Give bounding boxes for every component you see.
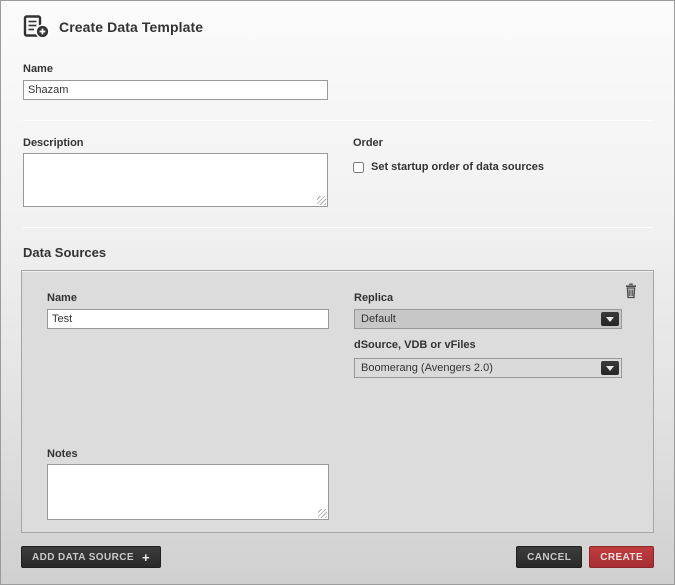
cancel-button[interactable]: CANCEL (516, 546, 582, 568)
replica-label: Replica (354, 292, 393, 304)
data-source-name-label: Name (47, 292, 77, 304)
dsource-selected-value: Boomerang (Avengers 2.0) (361, 362, 493, 374)
notes-label: Notes (47, 448, 78, 460)
add-data-source-label: ADD DATA SOURCE (32, 552, 134, 563)
description-label: Description (23, 137, 353, 149)
replica-dropdown[interactable]: Default (354, 309, 622, 329)
document-add-icon (23, 15, 50, 39)
dialog-footer: ADD DATA SOURCE + CANCEL CREATE (21, 546, 654, 568)
dsource-label: dSource, VDB or vFiles (354, 339, 476, 351)
resize-handle[interactable] (317, 196, 326, 205)
add-data-source-button[interactable]: ADD DATA SOURCE + (21, 546, 161, 568)
dsource-dropdown[interactable]: Boomerang (Avengers 2.0) (354, 358, 622, 378)
order-label: Order (353, 137, 544, 149)
chevron-down-icon[interactable] (601, 312, 619, 326)
startup-order-checkbox[interactable] (353, 162, 364, 173)
notes-textarea[interactable] (47, 464, 329, 520)
startup-order-checkbox-row[interactable]: Set startup order of data sources (353, 161, 544, 173)
chevron-down-icon[interactable] (601, 361, 619, 375)
template-name-input[interactable] (23, 80, 328, 100)
replica-selected-value: Default (361, 313, 396, 325)
order-field: Order Set startup order of data sources (353, 137, 544, 207)
page-title: Create Data Template (59, 19, 203, 35)
description-order-row: Description Order Set startup order of d… (23, 137, 654, 207)
delete-data-source-button[interactable] (624, 283, 638, 299)
resize-handle[interactable] (318, 509, 327, 518)
create-data-template-dialog: Create Data Template Name Description Or… (0, 0, 675, 585)
plus-icon: + (142, 551, 150, 564)
dialog-header: Create Data Template (23, 15, 654, 39)
startup-order-checkbox-label: Set startup order of data sources (371, 161, 544, 173)
divider (23, 120, 653, 121)
data-source-card: Name Replica Default dSource, VDB or vFi… (21, 270, 654, 533)
data-source-name-input[interactable] (47, 309, 329, 329)
description-field: Description (23, 137, 353, 207)
template-name-field: Name (23, 63, 654, 100)
create-button[interactable]: CREATE (589, 546, 654, 568)
divider (23, 227, 653, 228)
data-sources-heading: Data Sources (23, 245, 654, 260)
template-name-label: Name (23, 63, 654, 75)
description-textarea[interactable] (23, 153, 328, 207)
